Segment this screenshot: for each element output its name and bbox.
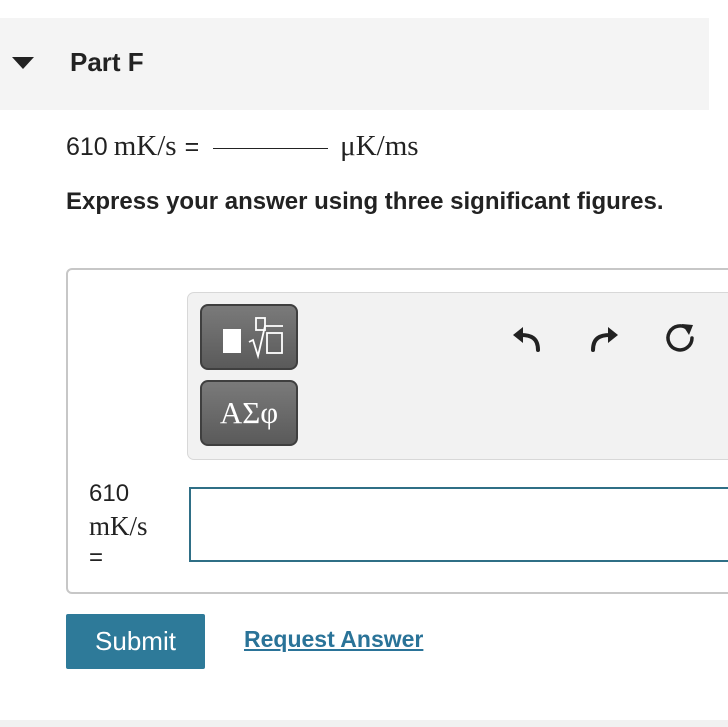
redo-icon[interactable] [586,318,622,354]
question-from-unit: mK/s [113,130,177,162]
answer-label: 610 mK/s = [89,478,179,574]
undo-icon[interactable] [509,318,545,354]
question-equals: = [184,133,200,161]
answer-label-unit: mK/s [89,511,148,541]
templates-button[interactable] [200,304,298,370]
part-title: Part F [70,47,144,77]
answer-label-equals: = [89,544,104,571]
request-answer-link[interactable]: Request Answer [244,626,423,653]
answer-label-value: 610 [89,480,130,507]
answer-input[interactable] [189,487,728,562]
bottom-divider [0,720,728,727]
templates-icon [223,317,283,360]
symbols-button[interactable]: ΑΣφ [200,380,298,446]
submit-button[interactable]: Submit [66,614,205,669]
question-value: 610 [66,133,108,161]
instruction-text: Express your answer using three signific… [66,188,664,215]
caret-down-icon[interactable] [12,57,34,69]
question-prompt: 610 mK/s = μK/ms [66,130,419,166]
question-to-unit: μK/ms [340,130,419,162]
question-blank [213,148,329,149]
reset-icon[interactable] [662,320,698,356]
